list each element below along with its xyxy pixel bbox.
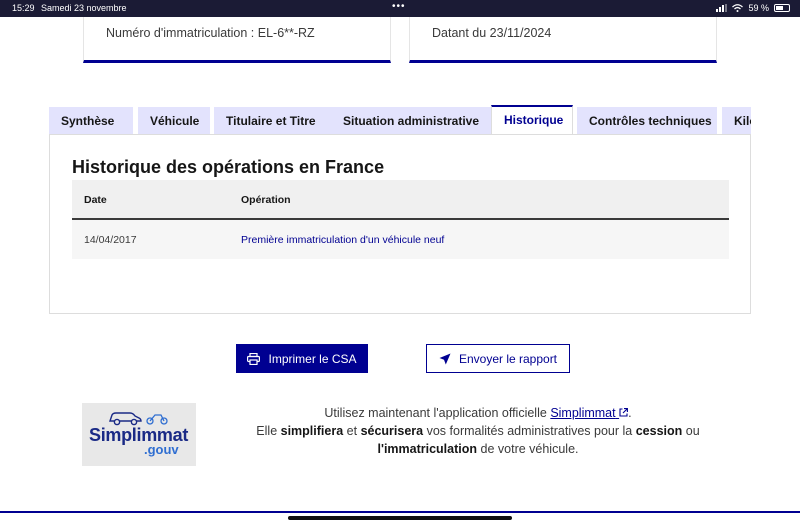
print-csa-button[interactable]: Imprimer le CSA — [236, 344, 368, 373]
footer-divider — [0, 511, 800, 513]
info-bold: cession — [635, 424, 683, 438]
home-indicator[interactable] — [288, 516, 512, 520]
info-text: de votre véhicule. — [480, 442, 579, 456]
table-header: Date Opération — [72, 180, 729, 220]
status-bar: 15:29 Samedi 23 novembre ••• 59 % — [0, 0, 800, 17]
logo-gouv: .gouv — [144, 442, 179, 457]
tab-controles-techniques[interactable]: Contrôles techniques — [577, 107, 717, 135]
info-text: Utilisez maintenant l'application offici… — [324, 406, 547, 420]
row-operation: Première immatriculation d'un véhicule n… — [241, 234, 445, 246]
send-report-button[interactable]: Envoyer le rapport — [426, 344, 570, 373]
column-operation: Opération — [241, 194, 291, 206]
status-date: Samedi 23 novembre — [41, 3, 127, 13]
battery-icon — [774, 4, 790, 12]
send-report-label: Envoyer le rapport — [458, 351, 558, 366]
info-bold: l'immatriculation — [377, 442, 478, 456]
info-text: Elle — [256, 424, 278, 438]
tab-bar: Synthèse Véhicule Titulaire et Titre Sit… — [49, 105, 751, 135]
print-csa-label: Imprimer le CSA — [268, 351, 357, 366]
simplimmat-info: Utilisez maintenant l'application offici… — [246, 404, 710, 458]
cellular-signal-icon — [716, 4, 728, 12]
certificate-date: Datant du 23/11/2024 — [432, 26, 552, 40]
registration-card: Numéro d'immatriculation : EL-6**-RZ — [83, 17, 391, 63]
history-table: Date Opération 14/04/2017 Première immat… — [72, 180, 729, 259]
wifi-icon — [732, 4, 744, 12]
info-text: ou — [685, 424, 700, 438]
history-panel: Historique des opérations en France Date… — [49, 134, 751, 314]
tab-synthese[interactable]: Synthèse — [49, 107, 133, 135]
column-date: Date — [84, 194, 107, 206]
car-moto-icon — [109, 412, 168, 426]
info-text-end: . — [628, 406, 632, 420]
registration-number: Numéro d'immatriculation : EL-6**-RZ — [106, 26, 315, 40]
tab-vehicule[interactable]: Véhicule — [138, 107, 210, 135]
printer-icon — [247, 352, 261, 365]
row-date: 14/04/2017 — [84, 234, 137, 246]
simplimmat-link-label: Simplimmat — [550, 406, 616, 420]
status-time: 15:29 — [12, 3, 35, 13]
info-text: vos formalités administratives pour la — [426, 424, 633, 438]
info-text: et — [346, 424, 358, 438]
tab-historique[interactable]: Historique — [491, 105, 573, 135]
external-link-icon — [619, 408, 629, 417]
battery-percent: 59 % — [748, 3, 769, 13]
simplimmat-logo: Simplimmat .gouv — [82, 403, 196, 466]
table-row: 14/04/2017 Première immatriculation d'un… — [72, 220, 729, 259]
send-icon — [439, 353, 451, 364]
info-bold: sécurisera — [360, 424, 424, 438]
history-title: Historique des opérations en France — [72, 157, 385, 177]
date-card: Datant du 23/11/2024 — [409, 17, 717, 63]
info-bold: simplifiera — [280, 424, 344, 438]
tab-kilometrage[interactable]: Kilo — [722, 107, 751, 135]
simplimmat-link[interactable]: Simplimmat — [550, 406, 629, 420]
multitask-dots-icon[interactable]: ••• — [392, 1, 406, 12]
